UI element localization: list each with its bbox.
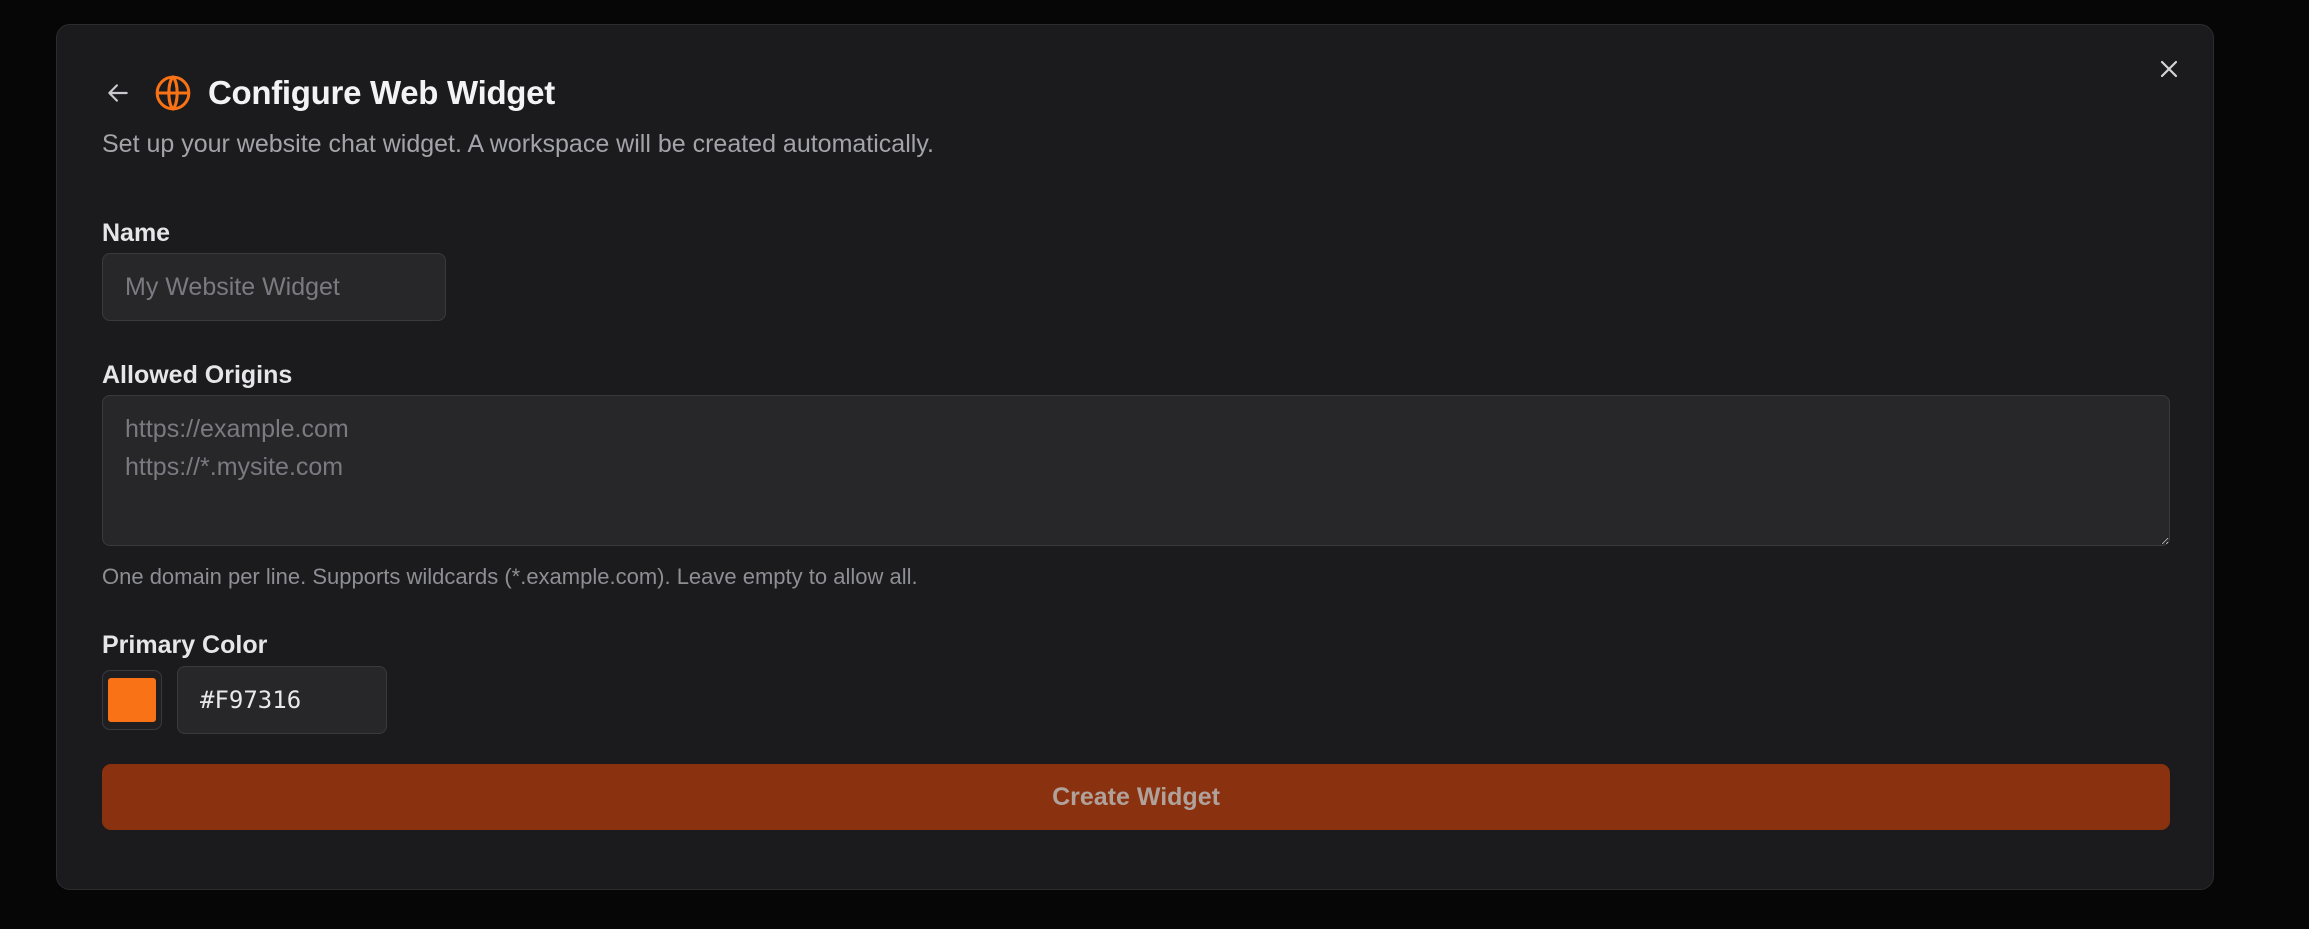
color-swatch <box>108 678 156 722</box>
color-picker-button[interactable] <box>102 670 162 730</box>
dialog-subtitle: Set up your website chat widget. A works… <box>102 130 934 158</box>
arrow-left-icon <box>108 84 128 102</box>
dialog-title: Configure Web Widget <box>208 74 555 111</box>
close-button[interactable] <box>2152 52 2186 86</box>
create-widget-button[interactable]: Create Widget <box>102 764 2170 830</box>
allowed-origins-textarea[interactable] <box>102 395 2170 546</box>
name-input[interactable] <box>102 253 446 321</box>
allowed-origins-hint: One domain per line. Supports wildcards … <box>102 564 918 589</box>
globe-icon <box>154 74 192 112</box>
back-button[interactable] <box>102 77 134 109</box>
primary-color-hex-input[interactable] <box>177 666 387 734</box>
dialog-header: Configure Web Widget <box>102 70 555 116</box>
close-icon <box>2160 60 2178 78</box>
primary-color-label: Primary Color <box>102 631 268 659</box>
name-label: Name <box>102 219 171 247</box>
allowed-origins-label: Allowed Origins <box>102 361 293 389</box>
